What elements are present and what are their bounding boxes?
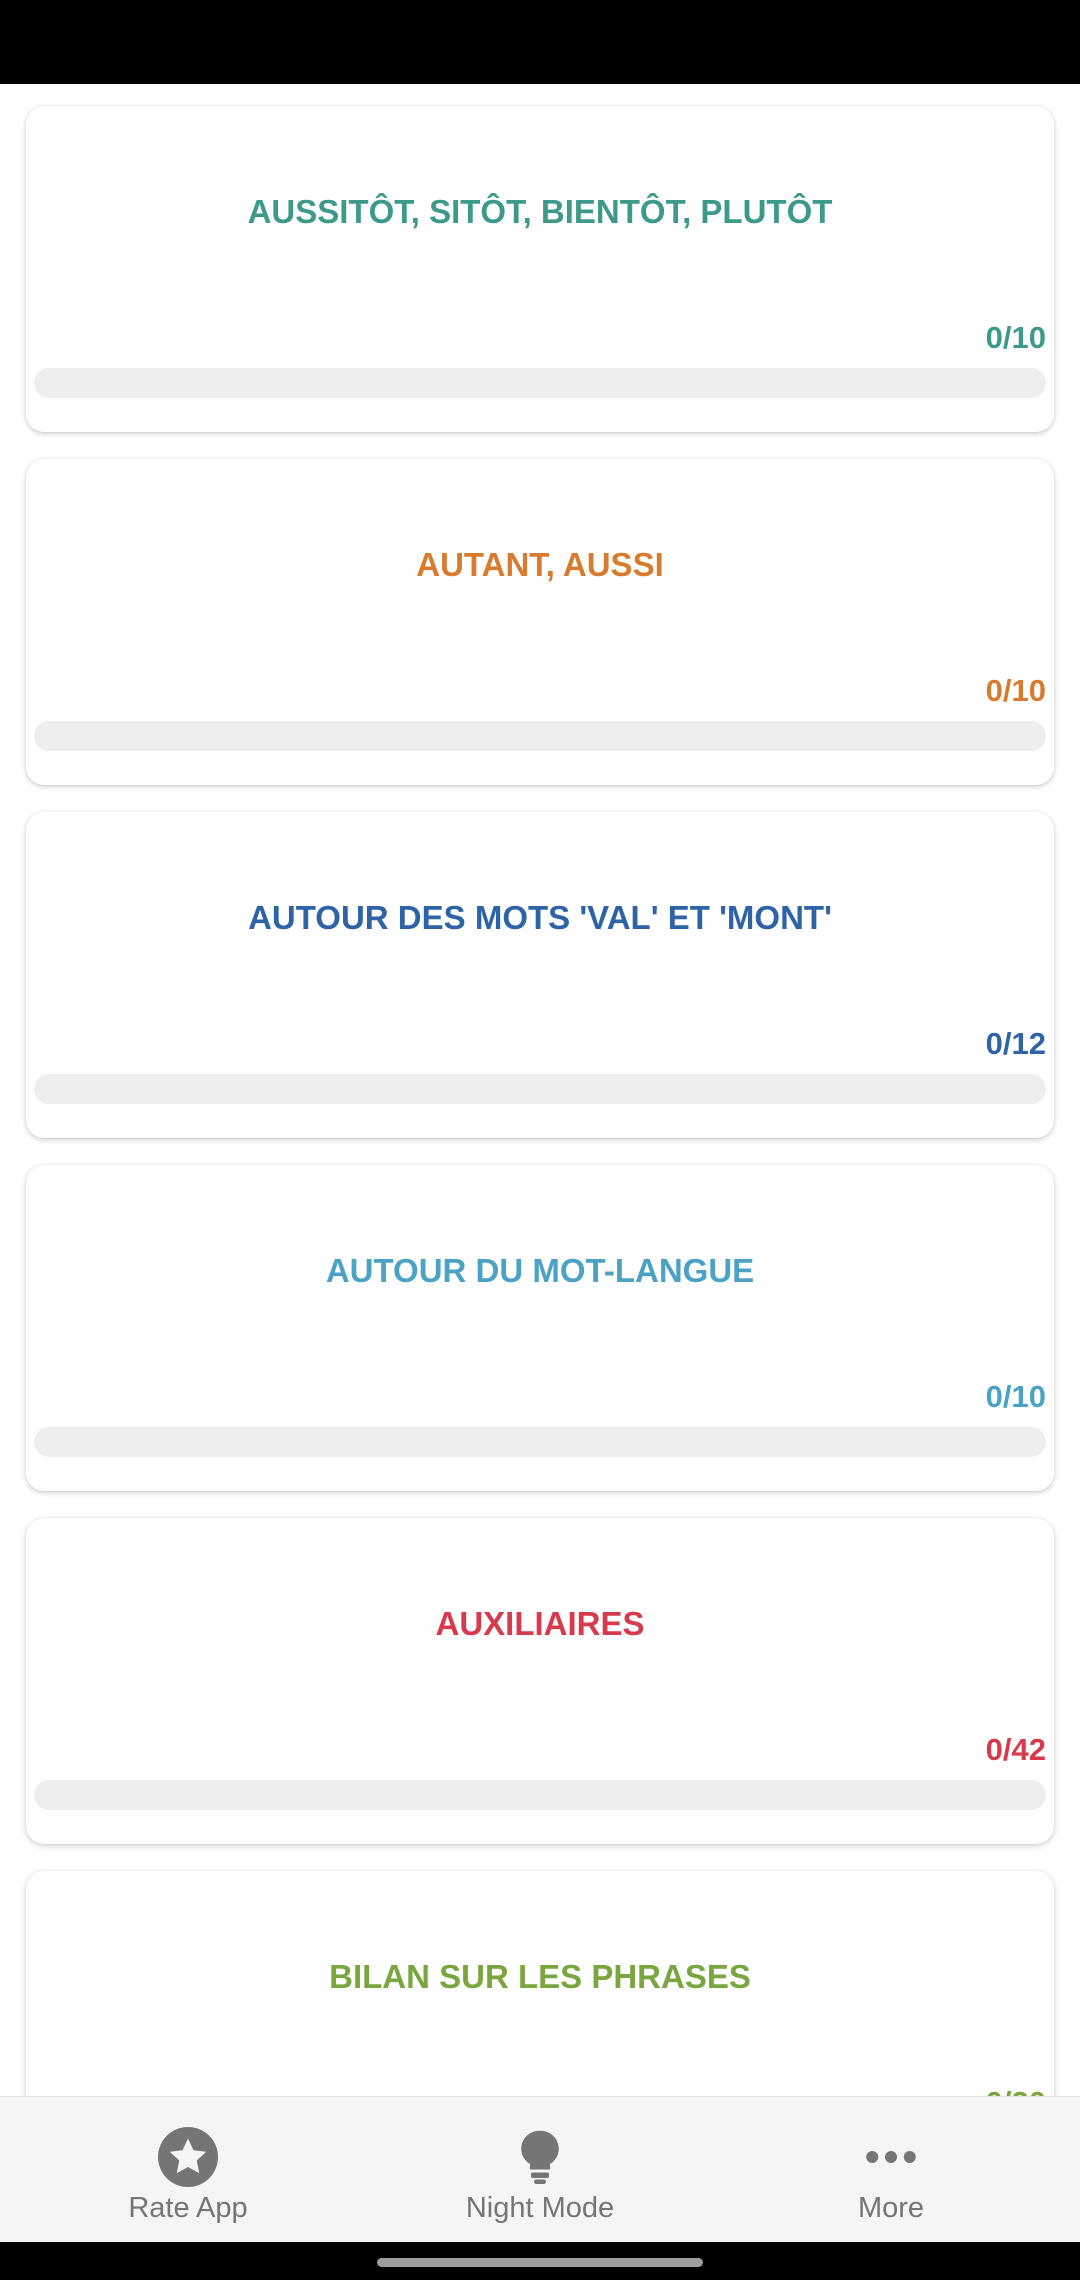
rate-app-label: Rate App — [128, 2192, 248, 2224]
topic-score: 0/12 — [985, 1026, 1046, 1061]
topic-card[interactable]: BILAN SUR LES PHRASES 0/20 — [26, 1871, 1054, 2096]
topic-card[interactable]: AUXILIAIRES 0/42 — [26, 1518, 1054, 1844]
topic-score: 0/10 — [985, 320, 1046, 355]
topic-title: AUXILIAIRES — [435, 1605, 645, 1642]
topic-card[interactable]: AUTOUR DU MOT-LANGUE 0/10 — [26, 1165, 1054, 1491]
topic-score: 0/10 — [985, 673, 1046, 708]
rate-app-button[interactable]: Rate App — [8, 2097, 368, 2243]
more-button[interactable]: More — [711, 2097, 1071, 2243]
topic-card[interactable]: AUTOUR DES MOTS 'VAL' ET 'MONT' 0/12 — [26, 812, 1054, 1138]
topic-title: AUSSITÔT, SITÔT, BIENTÔT, PLUTÔT — [247, 193, 833, 230]
topic-progress-track — [34, 1780, 1046, 1810]
night-mode-button[interactable]: Night Mode — [360, 2097, 720, 2243]
lightbulb-icon — [521, 2130, 559, 2184]
topic-title: AUTOUR DU MOT-LANGUE — [325, 1252, 755, 1289]
more-label: More — [857, 2192, 925, 2224]
topic-progress-track — [34, 368, 1046, 398]
star-circle-icon — [158, 2127, 218, 2187]
bottom-navigation: Rate App Night Mode More — [0, 2096, 1080, 2242]
system-gesture-bar — [0, 2242, 1080, 2280]
topic-progress-track — [34, 721, 1046, 751]
topic-title: BILAN SUR LES PHRASES — [329, 1958, 751, 1995]
topic-progress-track — [34, 1074, 1046, 1104]
topic-score: 0/42 — [985, 1732, 1046, 1767]
status-bar — [0, 0, 1080, 84]
topic-progress-track — [34, 1427, 1046, 1457]
topic-title: AUTOUR DES MOTS 'VAL' ET 'MONT' — [248, 899, 832, 936]
night-mode-label: Night Mode — [465, 2192, 615, 2224]
more-horizontal-icon — [866, 2151, 916, 2163]
topic-score: 0/20 — [986, 2085, 1046, 2096]
topic-card[interactable]: AUTANT, AUSSI 0/10 — [26, 459, 1054, 785]
topic-title: AUTANT, AUSSI — [416, 546, 664, 583]
home-gesture-handle[interactable] — [377, 2258, 703, 2267]
topic-card[interactable]: AUSSITÔT, SITÔT, BIENTÔT, PLUTÔT 0/10 — [26, 106, 1054, 432]
topic-score: 0/10 — [985, 1379, 1046, 1414]
topic-list[interactable]: AUSSITÔT, SITÔT, BIENTÔT, PLUTÔT 0/10 AU… — [0, 84, 1080, 2096]
